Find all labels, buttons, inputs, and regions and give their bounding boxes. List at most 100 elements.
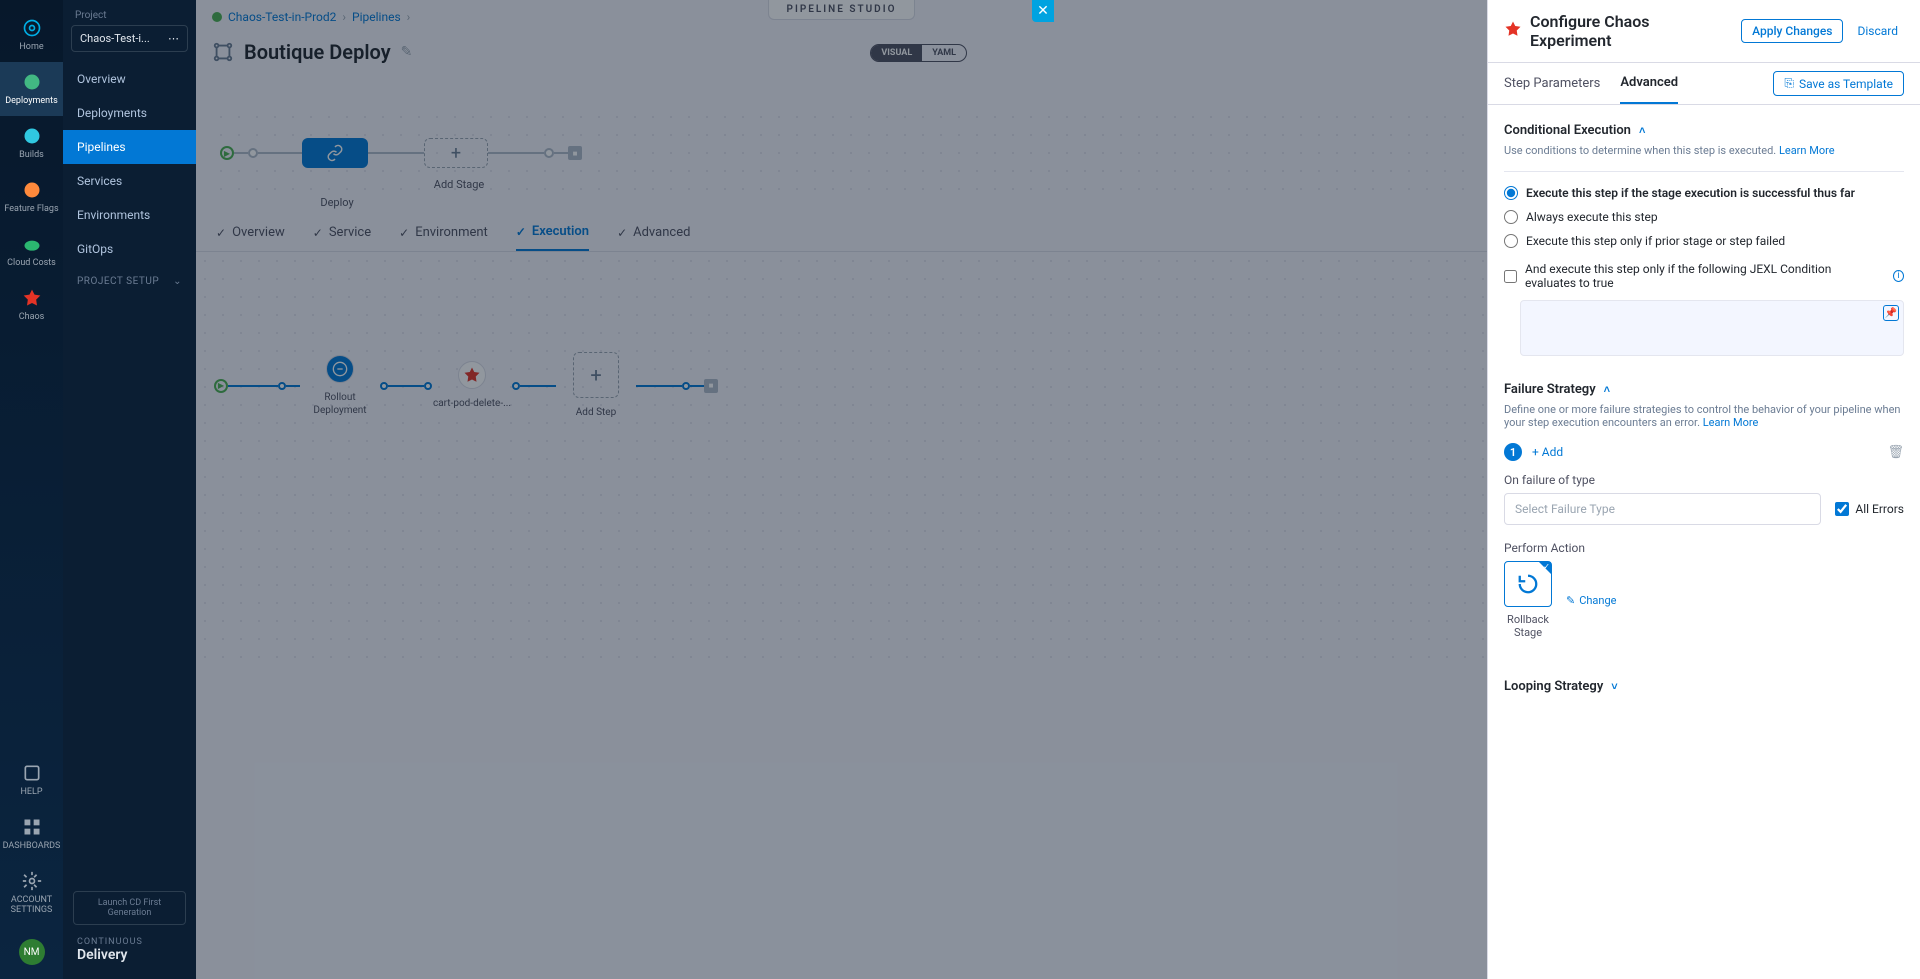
launch-cd-button[interactable]: Launch CD First Generation: [73, 891, 186, 925]
radio-success[interactable]: Execute this step if the stage execution…: [1504, 186, 1904, 200]
conditional-execution-header[interactable]: Conditional Execution ˄: [1504, 123, 1904, 138]
nav-dashboards[interactable]: DASHBOARDS: [0, 807, 63, 861]
step-rollout[interactable]: Rollout Deployment: [300, 355, 380, 417]
stage-strip: ▶ Deploy + Add Stage ■: [212, 108, 1471, 198]
failure-type-select[interactable]: Select Failure Type: [1504, 493, 1821, 525]
edit-icon[interactable]: ✎: [401, 44, 413, 60]
strategy-index-badge: 1: [1504, 443, 1522, 461]
brand-bottom: Delivery: [77, 947, 182, 963]
breadcrumb-pipelines[interactable]: Pipelines: [352, 10, 401, 24]
nav-deployments-label: Deployments: [5, 96, 57, 106]
learn-more-link[interactable]: Learn More: [1779, 144, 1835, 157]
all-errors-label: All Errors: [1855, 502, 1904, 516]
pipeline-icon: [212, 41, 234, 63]
connector-dot: [424, 382, 432, 390]
toggle-yaml[interactable]: YAML: [922, 45, 966, 61]
on-failure-label: On failure of type: [1504, 473, 1904, 487]
tab-overview[interactable]: ✓Overview: [216, 224, 285, 251]
tab-environment[interactable]: ✓Environment: [399, 224, 488, 251]
chevron-down-icon: ⌄: [173, 276, 182, 287]
nav-home[interactable]: Home: [0, 8, 63, 62]
radio-failed-label: Execute this step only if prior stage or…: [1526, 234, 1785, 248]
check-icon: ✓: [216, 226, 226, 240]
nav-cloud-costs[interactable]: Cloud Costs: [0, 224, 63, 278]
looping-strategy-header[interactable]: Looping Strategy ˅: [1504, 679, 1904, 694]
nav-account-settings[interactable]: ACCOUNT SETTINGS: [0, 861, 63, 925]
nav-ff-label: Feature Flags: [4, 204, 58, 214]
project-selector[interactable]: Chaos-Test-i... ⋯: [71, 25, 188, 52]
nav-feature-flags[interactable]: Feature Flags: [0, 170, 63, 224]
radio-always[interactable]: Always execute this step: [1504, 210, 1904, 224]
all-errors-checkbox[interactable]: [1835, 502, 1849, 516]
change-action-link[interactable]: ✎ Change: [1566, 594, 1617, 607]
nav-acct-label: ACCOUNT SETTINGS: [0, 895, 63, 915]
jexl-label: And execute this step only if the follow…: [1525, 262, 1885, 290]
cloud-icon: [22, 234, 42, 254]
chaos-icon: [22, 288, 42, 308]
page-title: Boutique Deploy: [244, 40, 391, 64]
jexl-input[interactable]: 📌: [1520, 300, 1904, 356]
rollback-action[interactable]: [1504, 561, 1552, 607]
pin-icon[interactable]: 📌: [1883, 305, 1899, 321]
save-as-template-button[interactable]: ⎘ Save as Template: [1773, 71, 1904, 96]
nav-chaos-label: Chaos: [19, 312, 45, 322]
jexl-checkbox-row[interactable]: And execute this step only if the follow…: [1504, 262, 1904, 290]
learn-more-link[interactable]: Learn More: [1703, 416, 1759, 429]
add-step-label: Add Step: [576, 406, 616, 419]
project-name: Chaos-Test-i...: [80, 32, 150, 45]
add-step[interactable]: + Add Step: [556, 352, 636, 419]
sidebar-item-gitops[interactable]: GitOps: [63, 232, 196, 266]
rollout-icon: [326, 355, 354, 383]
add-strategy-link[interactable]: + Add: [1532, 445, 1563, 459]
tab-advanced[interactable]: Advanced: [1620, 63, 1678, 104]
dashboard-icon: [22, 817, 42, 837]
radio-success-label: Execute this step if the stage execution…: [1526, 186, 1855, 200]
gear-icon: [22, 871, 42, 891]
sidebar-item-environments[interactable]: Environments: [63, 198, 196, 232]
stage-deploy[interactable]: [302, 138, 368, 168]
action-card: Rollback Stage ✎ Change: [1504, 561, 1904, 639]
config-panel: Configure Chaos Experiment Apply Changes…: [1487, 0, 1920, 979]
tab-step-parameters[interactable]: Step Parameters: [1504, 64, 1600, 103]
apply-changes-button[interactable]: Apply Changes: [1741, 19, 1843, 43]
sidebar-item-services[interactable]: Services: [63, 164, 196, 198]
sidebar-item-overview[interactable]: Overview: [63, 62, 196, 96]
template-icon: ⎘: [1784, 76, 1794, 91]
radio-success-input[interactable]: [1504, 186, 1518, 200]
add-stage-label: Add Stage: [424, 178, 494, 191]
link-icon: [326, 144, 344, 162]
info-icon[interactable]: i: [1893, 270, 1904, 282]
view-toggle[interactable]: VISUAL YAML: [870, 44, 967, 62]
failure-strategy-header[interactable]: Failure Strategy ˄: [1504, 382, 1904, 397]
trash-icon[interactable]: 🗑: [1887, 445, 1904, 460]
jexl-checkbox[interactable]: [1504, 270, 1517, 283]
nav-help[interactable]: HELP: [0, 753, 63, 807]
all-errors-checkbox-row[interactable]: All Errors: [1835, 502, 1904, 516]
tab-service[interactable]: ✓Service: [313, 224, 371, 251]
discard-button[interactable]: Discard: [1851, 20, 1904, 42]
toggle-visual[interactable]: VISUAL: [871, 45, 922, 61]
add-stage-button[interactable]: +: [424, 138, 488, 168]
connector-dot: [682, 382, 690, 390]
nav-builds[interactable]: Builds: [0, 116, 63, 170]
chaos-icon: [1504, 20, 1522, 42]
start-node-icon: ▶: [214, 379, 228, 393]
nav-chaos[interactable]: Chaos: [0, 278, 63, 332]
add-step-button[interactable]: +: [573, 352, 619, 398]
project-setup[interactable]: PROJECT SETUP ⌄: [63, 266, 196, 297]
sidebar-item-deployments[interactable]: Deployments: [63, 96, 196, 130]
close-panel-button[interactable]: ✕: [1032, 0, 1054, 22]
breadcrumb-project[interactable]: Chaos-Test-in-Prod2: [228, 10, 336, 24]
nav-deployments[interactable]: Deployments: [0, 62, 63, 116]
tab-execution[interactable]: ✓Execution: [516, 224, 589, 251]
builds-icon: [22, 126, 42, 146]
radio-failed[interactable]: Execute this step only if prior stage or…: [1504, 234, 1904, 248]
radio-failed-input[interactable]: [1504, 234, 1518, 248]
avatar[interactable]: NM: [19, 939, 45, 965]
sidebar-item-pipelines[interactable]: Pipelines: [63, 130, 196, 164]
radio-always-input[interactable]: [1504, 210, 1518, 224]
step-chaos[interactable]: cart-pod-delete-...: [432, 361, 512, 410]
tab-advanced[interactable]: ✓Advanced: [617, 224, 690, 251]
main-canvas: PIPELINE STUDIO ✕ Chaos-Test-in-Prod2 › …: [196, 0, 1487, 979]
check-icon: ✓: [516, 225, 526, 239]
